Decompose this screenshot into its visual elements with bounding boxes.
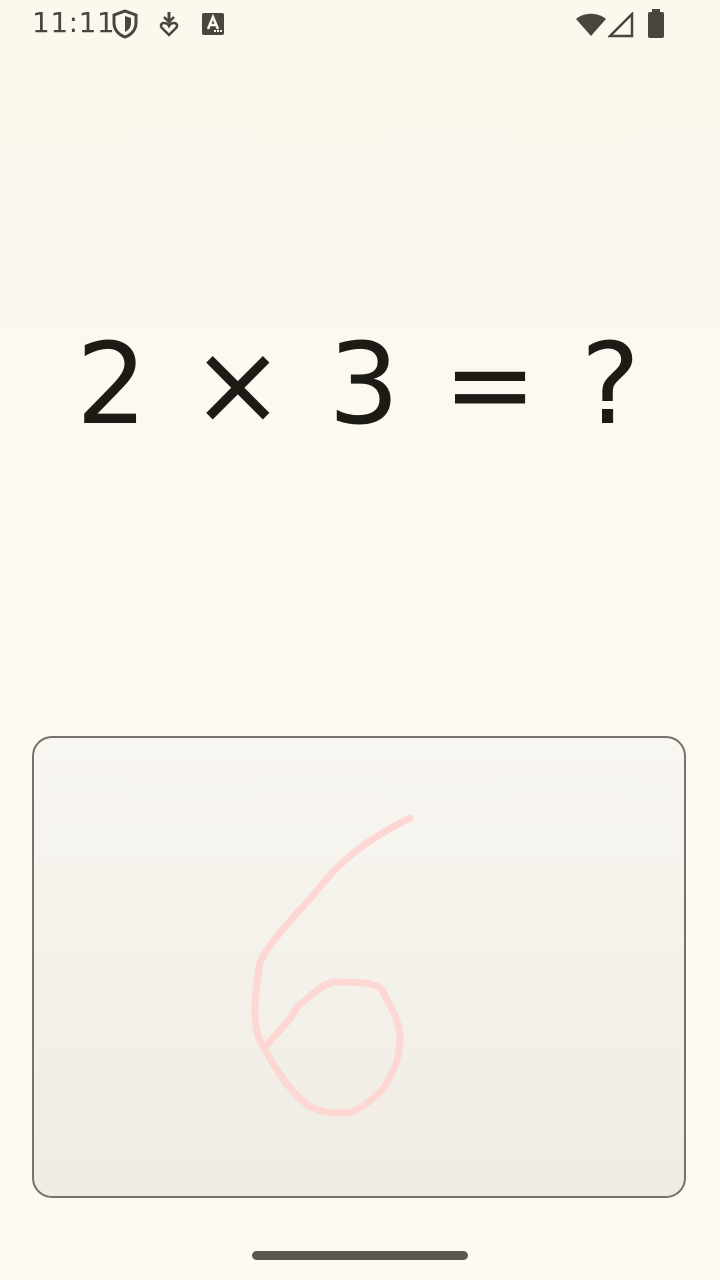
status-time: 11:11 xyxy=(32,6,116,39)
download-icon xyxy=(158,11,180,41)
shield-icon xyxy=(111,9,139,43)
math-question: 2 × 3 = ? xyxy=(75,320,645,450)
cellular-signal-icon xyxy=(606,10,634,42)
handwriting-canvas[interactable] xyxy=(32,736,686,1198)
handwritten-stroke xyxy=(251,814,414,1117)
status-bar: 11:11 xyxy=(0,0,720,48)
app-screen: 11:11 2 × 3 = ? xyxy=(0,0,720,1280)
font-icon xyxy=(202,13,224,39)
home-indicator[interactable] xyxy=(252,1251,468,1260)
battery-icon xyxy=(647,9,665,43)
wifi-icon xyxy=(575,12,607,42)
